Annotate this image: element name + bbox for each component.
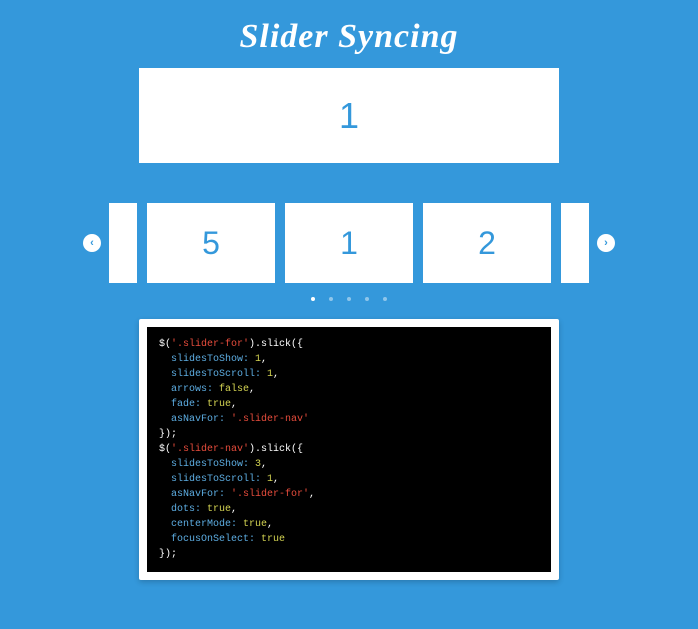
code-token: true	[243, 519, 267, 530]
code-token: asNavFor:	[159, 414, 231, 425]
dot[interactable]	[311, 297, 315, 301]
nav-slide[interactable]: 2	[423, 203, 551, 283]
dots-container	[0, 297, 698, 301]
code-token: '.slider-nav'	[171, 444, 249, 455]
code-token: ,	[231, 399, 237, 410]
code-token: ,	[231, 504, 237, 515]
code-block: $('.slider-for').slick({ slidesToShow: 1…	[147, 327, 551, 572]
nav-track: 5 1 2	[109, 203, 589, 283]
main-slider-slide[interactable]: 1	[139, 68, 559, 163]
code-token: slidesToScroll:	[159, 474, 267, 485]
code-token: $(	[159, 339, 171, 350]
code-token: ,	[261, 354, 267, 365]
code-token: slidesToShow:	[159, 459, 255, 470]
code-token: ,	[273, 474, 279, 485]
code-token: slidesToScroll:	[159, 369, 267, 380]
page-title: Slider Syncing	[0, 0, 698, 68]
code-token: '.slider-for'	[231, 489, 309, 500]
nav-slide[interactable]: 1	[285, 203, 413, 283]
code-token: ,	[267, 519, 273, 530]
code-token: ).slick({	[249, 444, 303, 455]
code-token: });	[159, 429, 177, 440]
code-token: $(	[159, 444, 171, 455]
dot[interactable]	[329, 297, 333, 301]
code-token: false	[219, 384, 249, 395]
code-token: ).slick({	[249, 339, 303, 350]
code-token: asNavFor:	[159, 489, 231, 500]
code-token: ,	[249, 384, 255, 395]
code-example: $('.slider-for').slick({ slidesToShow: 1…	[139, 319, 559, 580]
code-token: '.slider-nav'	[231, 414, 309, 425]
nav-slide-peek-right[interactable]	[561, 203, 589, 283]
dot[interactable]	[347, 297, 351, 301]
nav-slide[interactable]: 5	[147, 203, 275, 283]
code-token: arrows:	[159, 384, 219, 395]
nav-slide-peek-left[interactable]	[109, 203, 137, 283]
code-token: '.slider-for'	[171, 339, 249, 350]
next-arrow-icon[interactable]: ›	[597, 234, 615, 252]
dot[interactable]	[383, 297, 387, 301]
code-token: ,	[309, 489, 315, 500]
code-token: ,	[273, 369, 279, 380]
code-token: centerMode:	[159, 519, 243, 530]
code-token: focusOnSelect:	[159, 534, 261, 545]
code-token: dots:	[159, 504, 207, 515]
code-token: true	[207, 399, 231, 410]
code-token: ,	[261, 459, 267, 470]
code-token: true	[207, 504, 231, 515]
code-token: });	[159, 549, 177, 560]
prev-arrow-icon[interactable]: ‹	[83, 234, 101, 252]
dot[interactable]	[365, 297, 369, 301]
code-token: true	[261, 534, 285, 545]
code-token: slidesToShow:	[159, 354, 255, 365]
code-token: fade:	[159, 399, 207, 410]
nav-slider: ‹ 5 1 2 ›	[69, 203, 629, 283]
